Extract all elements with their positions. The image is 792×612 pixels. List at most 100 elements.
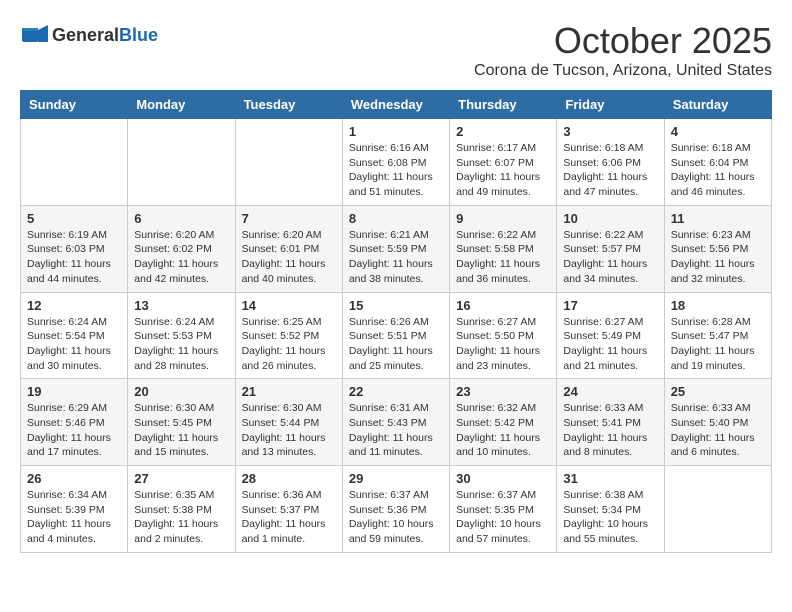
calendar-cell: 24Sunrise: 6:33 AM Sunset: 5:41 PM Dayli…	[557, 379, 664, 466]
day-info: Sunrise: 6:22 AM Sunset: 5:58 PM Dayligh…	[456, 228, 550, 287]
day-info: Sunrise: 6:16 AM Sunset: 6:08 PM Dayligh…	[349, 141, 443, 200]
calendar-cell: 28 Sunrise: 6:36 AM Sunset: 5:37 PM Dayli…	[235, 466, 342, 553]
calendar-cell: 14 Sunrise: 6:25 AM Sunset: 5:52 PM Dayli…	[235, 292, 342, 379]
calendar-cell: 12Sunrise: 6:24 AM Sunset: 5:54 PM Dayli…	[21, 292, 128, 379]
logo: GeneralBlue	[20, 20, 158, 50]
calendar-cell: 8 Sunrise: 6:21 AM Sunset: 5:59 PM Daylig…	[342, 205, 449, 292]
day-info: Sunrise: 6:20 AM Sunset: 6:02 PM Dayligh…	[134, 228, 228, 287]
calendar-header: SundayMondayTuesdayWednesdayThursdayFrid…	[21, 91, 772, 119]
calendar-cell: 15 Sunrise: 6:26 AM Sunset: 5:51 PM Dayli…	[342, 292, 449, 379]
title-section: October 2025 Corona de Tucson, Arizona, …	[474, 20, 772, 80]
day-info: Sunrise: 6:36 AM Sunset: 5:37 PM Dayligh…	[242, 488, 336, 547]
day-info: Sunrise: 6:27 AM Sunset: 5:49 PM Dayligh…	[563, 315, 657, 374]
day-number: 3	[563, 124, 657, 139]
day-info: Sunrise: 6:25 AM Sunset: 5:52 PM Dayligh…	[242, 315, 336, 374]
day-number: 11	[671, 211, 765, 226]
calendar-cell	[128, 119, 235, 206]
calendar-cell: 17 Sunrise: 6:27 AM Sunset: 5:49 PM Dayli…	[557, 292, 664, 379]
day-number: 19	[27, 384, 121, 399]
day-number: 29	[349, 471, 443, 486]
day-info: Sunrise: 6:38 AM Sunset: 5:34 PM Dayligh…	[563, 488, 657, 547]
calendar-week-5: 26 Sunrise: 6:34 AM Sunset: 5:39 PM Dayli…	[21, 466, 772, 553]
day-info: Sunrise: 6:18 AM Sunset: 6:04 PM Dayligh…	[671, 141, 765, 200]
day-info: Sunrise: 6:21 AM Sunset: 5:59 PM Dayligh…	[349, 228, 443, 287]
day-number: 9	[456, 211, 550, 226]
day-info: Sunrise: 6:34 AM Sunset: 5:39 PM Dayligh…	[27, 488, 121, 547]
calendar-cell	[664, 466, 771, 553]
logo-icon	[20, 20, 50, 50]
day-number: 21	[242, 384, 336, 399]
weekday-header-monday: Monday	[128, 91, 235, 119]
calendar-cell: 5Sunrise: 6:19 AM Sunset: 6:03 PM Daylig…	[21, 205, 128, 292]
day-info: Sunrise: 6:19 AM Sunset: 6:03 PM Dayligh…	[27, 228, 121, 287]
calendar-cell: 11 Sunrise: 6:23 AM Sunset: 5:56 PM Dayli…	[664, 205, 771, 292]
logo-text: GeneralBlue	[52, 25, 158, 46]
day-info: Sunrise: 6:33 AM Sunset: 5:41 PM Dayligh…	[563, 401, 657, 460]
day-info: Sunrise: 6:30 AM Sunset: 5:44 PM Dayligh…	[242, 401, 336, 460]
calendar-cell: 18 Sunrise: 6:28 AM Sunset: 5:47 PM Dayli…	[664, 292, 771, 379]
calendar-cell: 23 Sunrise: 6:32 AM Sunset: 5:42 PM Dayli…	[450, 379, 557, 466]
day-number: 12	[27, 298, 121, 313]
day-number: 4	[671, 124, 765, 139]
calendar-cell: 1 Sunrise: 6:16 AM Sunset: 6:08 PM Daylig…	[342, 119, 449, 206]
weekday-header-wednesday: Wednesday	[342, 91, 449, 119]
day-number: 10	[563, 211, 657, 226]
day-number: 2	[456, 124, 550, 139]
day-number: 8	[349, 211, 443, 226]
day-info: Sunrise: 6:35 AM Sunset: 5:38 PM Dayligh…	[134, 488, 228, 547]
day-info: Sunrise: 6:17 AM Sunset: 6:07 PM Dayligh…	[456, 141, 550, 200]
location-subtitle: Corona de Tucson, Arizona, United States	[474, 62, 772, 80]
month-title: October 2025	[474, 20, 772, 62]
day-number: 17	[563, 298, 657, 313]
day-number: 13	[134, 298, 228, 313]
day-info: Sunrise: 6:37 AM Sunset: 5:36 PM Dayligh…	[349, 488, 443, 547]
day-info: Sunrise: 6:27 AM Sunset: 5:50 PM Dayligh…	[456, 315, 550, 374]
calendar-cell: 27 Sunrise: 6:35 AM Sunset: 5:38 PM Dayli…	[128, 466, 235, 553]
day-info: Sunrise: 6:23 AM Sunset: 5:56 PM Dayligh…	[671, 228, 765, 287]
calendar-cell: 2 Sunrise: 6:17 AM Sunset: 6:07 PM Daylig…	[450, 119, 557, 206]
calendar-cell: 29 Sunrise: 6:37 AM Sunset: 5:36 PM Dayli…	[342, 466, 449, 553]
calendar-cell: 4 Sunrise: 6:18 AM Sunset: 6:04 PM Daylig…	[664, 119, 771, 206]
calendar-cell	[235, 119, 342, 206]
day-info: Sunrise: 6:20 AM Sunset: 6:01 PM Dayligh…	[242, 228, 336, 287]
weekday-header-friday: Friday	[557, 91, 664, 119]
weekday-header-tuesday: Tuesday	[235, 91, 342, 119]
calendar-cell: 9 Sunrise: 6:22 AM Sunset: 5:58 PM Daylig…	[450, 205, 557, 292]
day-number: 23	[456, 384, 550, 399]
day-number: 18	[671, 298, 765, 313]
weekday-header-thursday: Thursday	[450, 91, 557, 119]
day-info: Sunrise: 6:22 AM Sunset: 5:57 PM Dayligh…	[563, 228, 657, 287]
weekday-header-sunday: Sunday	[21, 91, 128, 119]
calendar-cell: 6 Sunrise: 6:20 AM Sunset: 6:02 PM Daylig…	[128, 205, 235, 292]
calendar-table: SundayMondayTuesdayWednesdayThursdayFrid…	[20, 90, 772, 553]
day-number: 1	[349, 124, 443, 139]
day-number: 6	[134, 211, 228, 226]
day-number: 30	[456, 471, 550, 486]
day-number: 16	[456, 298, 550, 313]
day-info: Sunrise: 6:32 AM Sunset: 5:42 PM Dayligh…	[456, 401, 550, 460]
day-number: 26	[27, 471, 121, 486]
calendar-week-1: 1 Sunrise: 6:16 AM Sunset: 6:08 PM Daylig…	[21, 119, 772, 206]
day-info: Sunrise: 6:24 AM Sunset: 5:53 PM Dayligh…	[134, 315, 228, 374]
day-number: 14	[242, 298, 336, 313]
calendar-cell: 7 Sunrise: 6:20 AM Sunset: 6:01 PM Daylig…	[235, 205, 342, 292]
weekday-row: SundayMondayTuesdayWednesdayThursdayFrid…	[21, 91, 772, 119]
calendar-cell: 26 Sunrise: 6:34 AM Sunset: 5:39 PM Dayli…	[21, 466, 128, 553]
calendar-cell: 13 Sunrise: 6:24 AM Sunset: 5:53 PM Dayli…	[128, 292, 235, 379]
page-header: GeneralBlue October 2025 Corona de Tucso…	[20, 20, 772, 80]
calendar-week-3: 12Sunrise: 6:24 AM Sunset: 5:54 PM Dayli…	[21, 292, 772, 379]
calendar-cell: 22Sunrise: 6:31 AM Sunset: 5:43 PM Dayli…	[342, 379, 449, 466]
day-info: Sunrise: 6:33 AM Sunset: 5:40 PM Dayligh…	[671, 401, 765, 460]
day-number: 27	[134, 471, 228, 486]
day-number: 20	[134, 384, 228, 399]
day-number: 15	[349, 298, 443, 313]
day-number: 22	[349, 384, 443, 399]
day-number: 7	[242, 211, 336, 226]
day-info: Sunrise: 6:28 AM Sunset: 5:47 PM Dayligh…	[671, 315, 765, 374]
calendar-week-4: 19Sunrise: 6:29 AM Sunset: 5:46 PM Dayli…	[21, 379, 772, 466]
day-number: 28	[242, 471, 336, 486]
day-info: Sunrise: 6:30 AM Sunset: 5:45 PM Dayligh…	[134, 401, 228, 460]
day-info: Sunrise: 6:26 AM Sunset: 5:51 PM Dayligh…	[349, 315, 443, 374]
day-info: Sunrise: 6:37 AM Sunset: 5:35 PM Dayligh…	[456, 488, 550, 547]
calendar-cell: 20 Sunrise: 6:30 AM Sunset: 5:45 PM Dayli…	[128, 379, 235, 466]
